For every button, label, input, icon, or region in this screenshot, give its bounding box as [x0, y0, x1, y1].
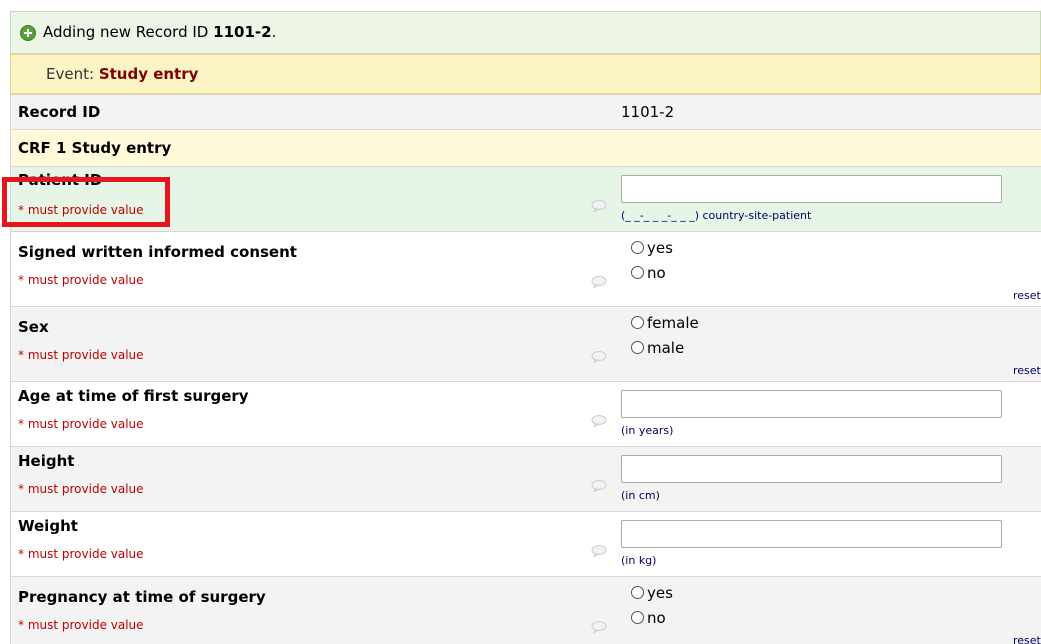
- comment-bubble-icon[interactable]: [591, 351, 607, 363]
- height-input[interactable]: [621, 455, 1002, 483]
- section-header: CRF 1 Study entry: [10, 129, 1041, 166]
- record-id-row: Record ID 1101-2: [10, 94, 1041, 129]
- pregnancy-label: Pregnancy at time of surgery: [18, 588, 266, 606]
- required-note: * must provide value: [18, 417, 144, 431]
- reset-link[interactable]: reset: [1013, 289, 1041, 302]
- comment-bubble-icon[interactable]: [591, 200, 607, 212]
- radio-button[interactable]: [631, 586, 644, 599]
- add-circle-icon: [20, 25, 36, 41]
- section-title: CRF 1 Study entry: [18, 139, 172, 157]
- required-note: * must provide value: [18, 273, 144, 287]
- required-note: * must provide value: [18, 482, 144, 496]
- weight-input[interactable]: [621, 520, 1002, 548]
- patient-id-input[interactable]: [621, 175, 1002, 203]
- sex-option-male[interactable]: male: [631, 339, 684, 357]
- field-row-consent: Signed written informed consent * must p…: [10, 231, 1041, 306]
- weight-label: Weight: [18, 517, 78, 535]
- field-row-age: Age at time of first surgery * must prov…: [10, 381, 1041, 446]
- event-text: Event: Study entry: [46, 65, 198, 83]
- record-id-label: Record ID: [18, 103, 101, 121]
- sex-option-female[interactable]: female: [631, 314, 699, 332]
- comment-bubble-icon[interactable]: [591, 480, 607, 492]
- age-input[interactable]: [621, 390, 1002, 418]
- data-entry-form: Adding new Record ID 1101-2. Event: Stud…: [10, 11, 1041, 644]
- consent-option-no[interactable]: no: [631, 264, 666, 282]
- comment-bubble-icon[interactable]: [591, 415, 607, 427]
- required-note: * must provide value: [18, 547, 144, 561]
- height-unit-note: (in cm): [621, 489, 660, 502]
- field-row-pregnancy: Pregnancy at time of surgery * must prov…: [10, 576, 1041, 644]
- consent-option-yes[interactable]: yes: [631, 239, 673, 257]
- required-note: * must provide value: [18, 618, 144, 632]
- radio-button[interactable]: [631, 341, 644, 354]
- required-note: * must provide value: [18, 348, 144, 362]
- patient-id-format-note: (_ _-_ _ _-_ _ _) country-site-patient: [621, 209, 812, 222]
- event-name: Study entry: [98, 65, 199, 83]
- weight-unit-note: (in kg): [621, 554, 657, 567]
- reset-link[interactable]: reset: [1013, 634, 1041, 644]
- record-id-strong: 1101-2: [213, 23, 272, 41]
- event-banner: Event: Study entry: [10, 54, 1041, 94]
- radio-button[interactable]: [631, 611, 644, 624]
- field-row-weight: Weight * must provide value (in kg): [10, 511, 1041, 576]
- comment-bubble-icon[interactable]: [591, 545, 607, 557]
- radio-button[interactable]: [631, 316, 644, 329]
- record-id-value: 1101-2: [621, 103, 675, 121]
- field-row-sex: Sex * must provide value female male res…: [10, 306, 1041, 381]
- field-row-height: Height * must provide value (in cm): [10, 446, 1041, 511]
- record-header-banner: Adding new Record ID 1101-2.: [10, 11, 1041, 54]
- pregnancy-option-yes[interactable]: yes: [631, 584, 673, 602]
- event-label: Event:: [46, 65, 95, 83]
- annotation-highlight-box: [2, 177, 170, 227]
- consent-label: Signed written informed consent: [18, 243, 297, 261]
- height-label: Height: [18, 452, 75, 470]
- age-unit-note: (in years): [621, 424, 674, 437]
- sex-label: Sex: [18, 318, 49, 336]
- radio-button[interactable]: [631, 241, 644, 254]
- reset-link[interactable]: reset: [1013, 364, 1041, 377]
- pregnancy-option-no[interactable]: no: [631, 609, 666, 627]
- age-label: Age at time of first surgery: [18, 387, 249, 405]
- comment-bubble-icon[interactable]: [591, 276, 607, 288]
- comment-bubble-icon[interactable]: [591, 621, 607, 633]
- radio-button[interactable]: [631, 266, 644, 279]
- record-header-text: Adding new Record ID 1101-2.: [43, 23, 277, 41]
